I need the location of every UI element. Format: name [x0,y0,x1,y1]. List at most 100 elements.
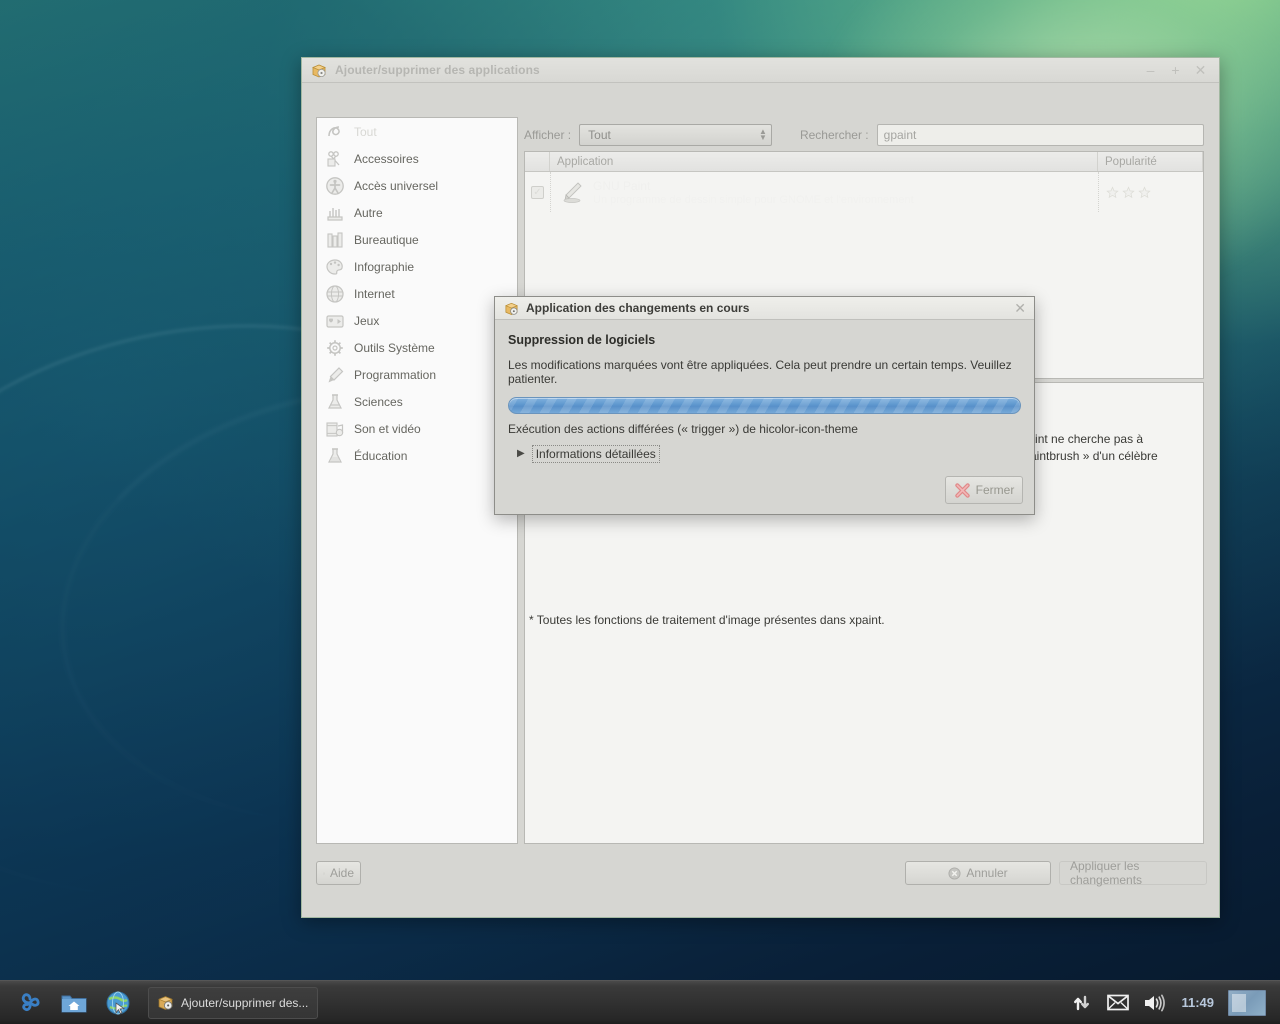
applying-changes-dialog: Application des changements en cours ✕ S… [494,296,1035,515]
category-sidebar[interactable]: Tout Accessoires Accès universel Autre Burea… [316,117,518,844]
taskbar-task-button[interactable]: Ajouter/supprimer des... [148,986,318,1019]
package-progress-icon [505,302,518,315]
package-add-remove-icon [312,64,326,78]
star-icon [1138,185,1151,198]
list-header-row: Application Popularité [525,152,1203,172]
workspace-cell-2[interactable] [1248,994,1262,1012]
star-icon [1106,185,1119,198]
dialog-close-button[interactable]: Fermer [945,476,1023,504]
development-icon [328,366,344,382]
red-x-icon [954,482,970,498]
sidebar-item-bureautique[interactable]: Bureautique [317,226,517,253]
sidebar-item-internet[interactable]: Internet [317,280,517,307]
sidebar-item-label: Programmation [354,367,437,382]
cancel-icon [948,866,961,880]
help-icon [323,872,325,874]
mint-menu-icon[interactable] [15,988,45,1018]
accessories-icon [327,150,340,167]
sidebar-item-jeux[interactable]: Jeux [317,307,517,334]
window-action-bar: Aide Annuler Appliquer les changements [316,855,1207,887]
chevron-right-icon[interactable]: ▶ [517,449,525,459]
row-checkbox[interactable]: ✓ [531,185,544,199]
all-categories-icon [328,125,340,136]
dialog-titlebar[interactable]: Application des changements en cours ✕ [495,297,1034,320]
details-expander-label[interactable]: Informations détaillées [531,445,660,463]
help-button[interactable]: Aide [316,861,361,885]
apply-changes-label: Appliquer les changements [1070,859,1143,887]
graphics-icon [326,258,343,275]
window-title: Ajouter/supprimer des applications [335,63,540,77]
universal-access-icon [326,176,344,195]
sidebar-item-label: Accès universel [354,178,439,193]
sidebar-item-label: Sciences [354,394,403,409]
sound-video-icon [326,421,344,437]
sidebar-item-label: Accessoires [354,151,419,166]
network-updown-icon[interactable] [1071,992,1093,1014]
column-header-check [525,152,550,171]
dialog-footer: Fermer [945,476,1023,504]
column-header-application[interactable]: Application [550,152,1098,171]
detail-line: Paintbrush » d'un célèbre [1022,449,1158,463]
afficher-selected-value: Tout [588,128,611,142]
sidebar-item-outils-syst-me[interactable]: Outils Système [317,334,517,361]
system-tools-icon [327,339,343,356]
sidebar-item-ducation[interactable]: Éducation [317,442,517,469]
cancel-button-label: Annuler [966,866,1008,880]
star-icon [1122,185,1135,198]
other-icon [327,207,343,221]
row-text-block: GNU Paint Un programme de dessin simple … [593,179,914,206]
sidebar-item-label: Infographie [354,259,415,274]
maximize-button[interactable]: + [1169,63,1182,77]
dialog-close-button-label: Fermer [975,483,1015,497]
sidebar-item-acc-s-universel[interactable]: Accès universel [317,172,517,199]
window-titlebar[interactable]: Ajouter/supprimer des applications – + ✕ [302,58,1219,83]
progress-bar [508,397,1021,414]
sidebar-item-label: Jeux [354,313,380,328]
sidebar-item-son-et-vid-o[interactable]: Son et vidéo [317,415,517,442]
help-button-label: Aide [329,866,354,880]
sidebar-item-label: Internet [354,286,395,301]
apply-changes-button[interactable]: Appliquer les changements [1059,859,1207,887]
paintbrush-icon [563,182,582,203]
education-icon [328,447,342,463]
workspace-cell-1[interactable] [1232,993,1246,1012]
column-header-popularite[interactable]: Popularité [1098,152,1203,171]
workspace-switcher[interactable] [1228,989,1266,1016]
minimize-button[interactable]: – [1144,63,1157,77]
row-popularity-cell [1098,172,1203,212]
sidebar-item-tout[interactable]: Tout [317,118,517,145]
home-folder-icon[interactable] [59,988,89,1018]
taskbar-clock[interactable]: 11:49 [1181,995,1214,1010]
mail-envelope-icon[interactable] [1107,994,1130,1011]
dialog-heading: Suppression de logiciels [508,333,656,347]
sidebar-item-sciences[interactable]: Sciences [317,388,517,415]
taskbar-task-label: Ajouter/supprimer des... [181,995,309,1010]
sidebar-item-label: Son et vidéo [354,421,421,436]
volume-speaker-icon[interactable] [1143,993,1167,1013]
afficher-label: Afficher : [524,128,572,142]
cancel-button[interactable]: Annuler [905,861,1051,885]
sidebar-item-autre[interactable]: Autre [317,199,517,226]
row-app-description: Un programme de dessin simple pour GNOME… [593,193,914,206]
taskbar: Ajouter/supprimer des... 11:49 [0,980,1280,1024]
office-icon [327,231,343,248]
close-button[interactable]: ✕ [1194,63,1207,77]
web-browser-icon[interactable] [103,988,133,1018]
science-icon [328,393,342,409]
details-expander[interactable]: ▶ Informations détaillées [508,445,1021,463]
row-checkbox-cell[interactable]: ✓ [525,185,550,199]
row-application-cell[interactable]: GNU Paint Un programme de dessin simple … [550,172,1098,212]
spinner-arrows-icon[interactable]: ▲ ▼ [759,128,767,142]
sidebar-item-infographie[interactable]: Infographie [317,253,517,280]
sidebar-item-label: Autre [354,205,383,220]
sidebar-item-accessoires[interactable]: Accessoires [317,145,517,172]
afficher-select[interactable]: Tout ▲ ▼ [579,124,772,146]
package-add-remove-icon [158,996,173,1010]
table-row[interactable]: ✓ GNU Paint Un programme de dessin simpl… [525,172,1203,212]
sidebar-item-label: Bureautique [354,232,419,247]
sidebar-item-programmation[interactable]: Programmation [317,361,517,388]
search-input[interactable] [876,124,1204,146]
sidebar-item-label: Éducation [354,448,408,463]
dialog-close-icon[interactable]: ✕ [1014,301,1026,315]
progress-status-text: Exécution des actions différées (« trigg… [508,422,858,436]
